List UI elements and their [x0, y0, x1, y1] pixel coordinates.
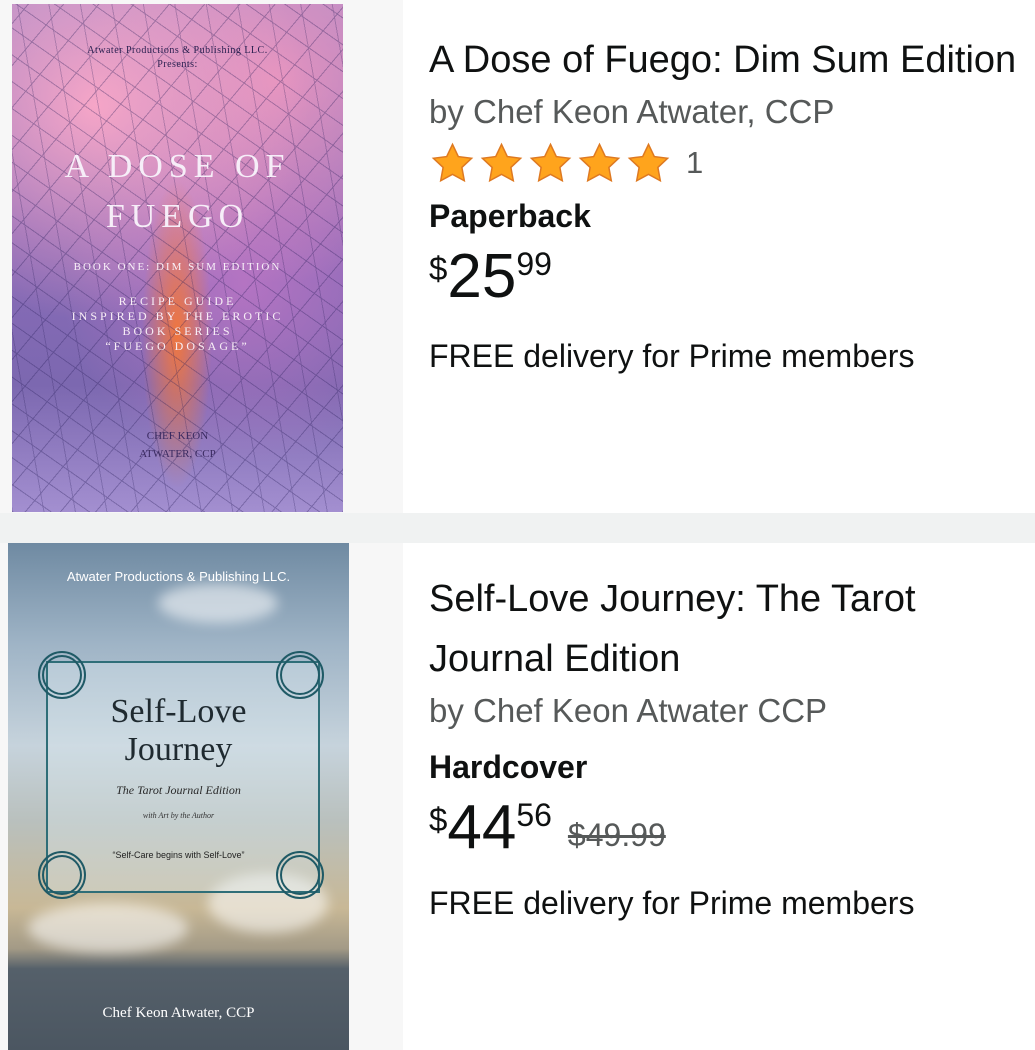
- star-icon: [431, 142, 474, 182]
- book-cover-image[interactable]: Atwater Productions & Publishing LLC. Pr…: [12, 4, 343, 512]
- price-whole: 44: [447, 793, 517, 862]
- product-title-link[interactable]: Self-Love Journey: The Tarot Journal Edi…: [429, 569, 1035, 689]
- star-rating[interactable]: [429, 141, 674, 186]
- cover-publisher: Atwater Productions & Publishing LLC. Pr…: [87, 45, 268, 70]
- star-icon: [578, 142, 621, 182]
- product-author: by Chef Keon Atwater, CCP: [429, 93, 835, 130]
- ornament-icon: [276, 651, 324, 699]
- product-image-container[interactable]: Atwater Productions & Publishing LLC. Pr…: [0, 0, 403, 513]
- product-info: A Dose of Fuego: Dim Sum Edition by Chef…: [403, 0, 1035, 513]
- cover-subtitle-2: with Art by the Author: [142, 811, 215, 820]
- rating-row[interactable]: 1: [429, 140, 1035, 186]
- price-currency: $: [429, 250, 448, 287]
- search-result-2[interactable]: Atwater Productions & Publishing LLC. Se…: [0, 543, 1035, 1050]
- format-label[interactable]: Paperback: [429, 196, 1035, 236]
- star-icon: [480, 142, 523, 182]
- cover-author: CHEF KEON ATWATER, CCP: [139, 430, 216, 460]
- rating-count[interactable]: 1: [686, 145, 703, 181]
- price: $ 25 99: [429, 246, 1035, 308]
- star-icon: [627, 142, 670, 182]
- price: $ 44 56 $49.99: [429, 797, 1035, 859]
- delivery-message: FREE delivery for Prime members: [429, 885, 915, 921]
- product-info: Self-Love Journey: The Tarot Journal Edi…: [403, 543, 1035, 1050]
- search-result-1[interactable]: Atwater Productions & Publishing LLC. Pr…: [0, 0, 1035, 513]
- book-cover-image[interactable]: Atwater Productions & Publishing LLC. Se…: [8, 543, 349, 1050]
- star-icon: [529, 142, 572, 182]
- cover-title: Self-Love Journey: [110, 693, 247, 768]
- cover-subtitle: The Tarot Journal Edition: [116, 783, 241, 797]
- cover-author: Chef Keon Atwater, CCP: [102, 1005, 255, 1021]
- cover-quote: “Self-Care begins with Self-Love”: [112, 850, 245, 860]
- price-whole: 25: [447, 242, 517, 311]
- ornament-icon: [38, 651, 86, 699]
- cover-title: A DOSE OF FUEGO: [64, 148, 291, 235]
- cover-cloud: [158, 583, 278, 623]
- cover-publisher: Atwater Productions & Publishing LLC.: [66, 569, 291, 584]
- delivery-message: FREE delivery for Prime members: [429, 338, 915, 374]
- list-price: $49.99: [567, 817, 666, 853]
- format-label[interactable]: Hardcover: [429, 747, 1035, 787]
- cover-subtitle: BOOK ONE: DIM SUM EDITION: [73, 261, 282, 273]
- product-author: by Chef Keon Atwater CCP: [429, 692, 828, 729]
- product-title-link[interactable]: A Dose of Fuego: Dim Sum Edition: [429, 30, 1035, 90]
- price-fraction: 99: [516, 246, 552, 282]
- product-image-container[interactable]: Atwater Productions & Publishing LLC. Se…: [0, 543, 403, 1050]
- result-divider: [0, 513, 1035, 543]
- price-currency: $: [429, 801, 448, 838]
- price-fraction: 56: [516, 797, 552, 833]
- cover-cloud: [28, 903, 188, 953]
- cover-description: RECIPE GUIDE INSPIRED BY THE EROTIC BOOK…: [71, 294, 284, 353]
